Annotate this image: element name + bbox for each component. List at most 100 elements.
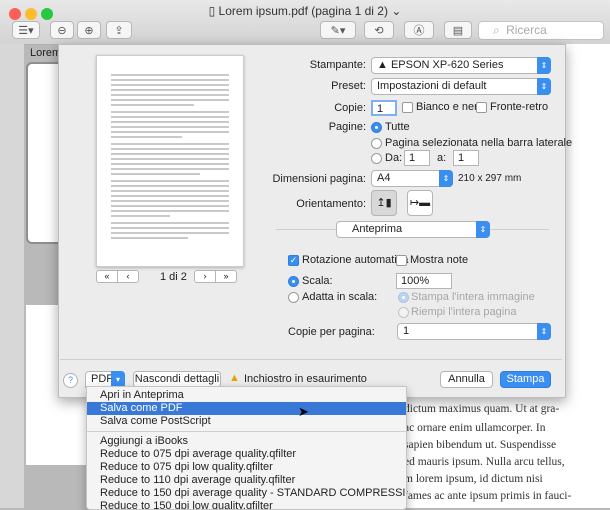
fit-scale-label: Adatta in scala: <box>302 291 378 303</box>
fit-fill-all-radio[interactable] <box>398 307 409 318</box>
share-icon[interactable]: ⇪ <box>106 21 132 39</box>
menu-item-filter[interactable]: Reduce to 075 dpi low quality.qfilter <box>87 461 406 474</box>
section-value: Anteprima <box>352 223 403 235</box>
warning-icon: ▲ <box>377 59 391 71</box>
paper-size-label: Dimensioni pagina: <box>272 173 366 185</box>
duplex-label: Fronte-retro <box>490 101 549 113</box>
pages-from-label: Da: <box>385 152 403 164</box>
chevron-updown-icon: ⇕ <box>439 170 453 187</box>
printer-value: EPSON XP-620 Series <box>390 59 504 71</box>
last-page-button[interactable]: » <box>215 270 237 283</box>
printer-select[interactable]: ▲ EPSON XP-620 Series ⇕ <box>371 57 551 74</box>
menu-item-filter[interactable]: Reduce to 110 dpi average quality.qfilte… <box>87 474 406 487</box>
thumbnail-sidebar <box>0 44 24 508</box>
chevron-updown-icon: ⇕ <box>476 221 490 238</box>
rotate-icon[interactable]: ⟲ <box>364 21 394 39</box>
window-title: ▯ Lorem ipsum.pdf (pagina 1 di 2) ⌄ <box>0 4 610 18</box>
pages-to-label: a: <box>437 152 447 164</box>
pages-range-radio[interactable] <box>371 153 382 164</box>
printer-label: Stampante: <box>309 59 366 71</box>
copies-input[interactable]: 1 <box>371 100 397 116</box>
markup-pen-icon[interactable]: ✎▾ <box>320 21 356 39</box>
pdf-button-label: PDF <box>91 373 113 385</box>
print-preview-page <box>96 55 244 267</box>
sidebar-label: Lorem <box>30 47 62 59</box>
document-text-line: dictum maximus quam. Ut at gra- <box>404 403 560 415</box>
menu-item-add-to-ibooks[interactable]: Aggiungi a iBooks <box>87 435 406 448</box>
divider <box>60 359 562 360</box>
show-notes-label: Mostra note <box>410 254 469 266</box>
copies-per-page-select[interactable]: 1 ⇕ <box>397 323 551 340</box>
search-placeholder: Ricerca <box>506 23 547 37</box>
next-page-button[interactable]: › <box>194 270 216 283</box>
fit-print-all-label: Stampa l'intera immagine <box>411 291 535 303</box>
show-notes-checkbox[interactable] <box>396 255 407 266</box>
search-input[interactable]: ⌕ Ricerca <box>478 21 604 40</box>
cancel-button[interactable]: Annulla <box>440 371 493 388</box>
pages-to-input[interactable]: 1 <box>453 150 479 166</box>
portrait-orientation-button[interactable]: ↥▮ <box>371 190 397 216</box>
fit-print-all-radio[interactable] <box>398 292 409 303</box>
portrait-icon: ↥▮ <box>376 197 392 209</box>
document-text-line: fames ac ante ipsum primis in fauci- <box>404 490 572 502</box>
copies-per-page-label: Copie per pagina: <box>288 326 375 338</box>
paper-size-select[interactable]: A4 ⇕ <box>371 170 453 187</box>
menu-item-filter[interactable]: Reduce to 150 dpi low quality.qfilter <box>87 500 406 509</box>
zoom-in-icon[interactable]: ⊕ <box>77 21 101 39</box>
window-title-text: Lorem ipsum.pdf (pagina 1 di 2) <box>218 4 388 18</box>
chevron-updown-icon: ⇕ <box>537 78 551 95</box>
print-button[interactable]: Stampa <box>500 371 551 388</box>
menu-item-filter[interactable]: Reduce to 075 dpi average quality.qfilte… <box>87 448 406 461</box>
menu-item-filter[interactable]: Reduce to 150 dpi average quality - STAN… <box>87 487 406 500</box>
help-button[interactable]: ? <box>63 373 78 388</box>
menu-separator <box>87 431 406 432</box>
pages-label: Pagine: <box>328 121 366 133</box>
document-text-line: m lorem ipsum, id dictum nisi <box>404 473 543 485</box>
preset-label: Preset: <box>331 80 366 92</box>
chevron-down-icon[interactable]: ⌄ <box>388 4 401 18</box>
pdf-dropdown-menu: Apri in Anteprima Salva come PDF Salva c… <box>86 386 407 510</box>
previous-page-button[interactable]: ‹ <box>117 270 139 283</box>
warning-icon: ▲ <box>229 372 240 384</box>
menu-item-open-in-preview[interactable]: Apri in Anteprima <box>87 389 406 402</box>
preset-select[interactable]: Impostazioni di default ⇕ <box>371 78 551 95</box>
auto-rotate-checkbox[interactable]: ✓ <box>288 255 299 266</box>
sidebar-toggle-button[interactable]: ☰▾ <box>12 21 40 39</box>
section-select[interactable]: Anteprima ⇕ <box>336 221 490 238</box>
fit-fill-all-label: Riempi l'intera pagina <box>411 306 517 318</box>
first-page-button[interactable]: « <box>96 270 118 283</box>
edit-toolbar-icon[interactable]: ▤ <box>444 21 472 39</box>
pdf-file-icon: ▯ <box>208 4 219 18</box>
landscape-icon: ↦▬ <box>409 197 431 209</box>
chevron-updown-icon: ⇕ <box>537 323 551 340</box>
chevron-updown-icon: ⇕ <box>537 57 551 74</box>
black-white-label: Bianco e nero <box>416 101 484 113</box>
paper-size-value: A4 <box>377 172 391 184</box>
pages-from-input[interactable]: 1 <box>404 150 430 166</box>
black-white-checkbox[interactable] <box>402 102 413 113</box>
preset-value: Impostazioni di default <box>377 80 487 92</box>
document-text-line: ed mauris ipsum. Nulla arcu tellus, <box>404 456 565 468</box>
auto-rotate-label: Rotazione automatica <box>302 254 409 266</box>
fit-scale-radio[interactable] <box>288 292 299 303</box>
document-text-line: sapien bibendum ut. Suspendisse <box>404 439 557 451</box>
scale-label: Scala: <box>302 275 333 287</box>
search-icon: ⌕ <box>493 23 500 37</box>
copies-per-page-value: 1 <box>403 325 410 337</box>
annotate-icon[interactable]: Ⓐ <box>404 21 434 39</box>
pages-all-label: Tutte <box>385 121 410 133</box>
pages-selected-label: Pagina selezionata nella barra laterale <box>385 137 573 149</box>
scale-radio[interactable] <box>288 276 299 287</box>
landscape-orientation-button[interactable]: ↦▬ <box>407 190 433 216</box>
document-text-line: ac ornare enim ullamcorper. In <box>404 422 546 434</box>
pages-all-radio[interactable] <box>371 122 382 133</box>
menu-item-save-as-pdf[interactable]: Salva come PDF <box>87 402 406 415</box>
pages-selected-radio[interactable] <box>371 138 382 149</box>
duplex-checkbox[interactable] <box>476 102 487 113</box>
menu-item-save-as-postscript[interactable]: Salva come PostScript <box>87 415 406 428</box>
scale-input[interactable]: 100% <box>396 273 452 289</box>
paper-dimensions: 210 x 297 mm <box>458 173 522 184</box>
copies-label: Copie: <box>334 102 366 114</box>
zoom-out-icon[interactable]: ⊖ <box>50 21 74 39</box>
page-indicator: 1 di 2 <box>160 271 187 283</box>
